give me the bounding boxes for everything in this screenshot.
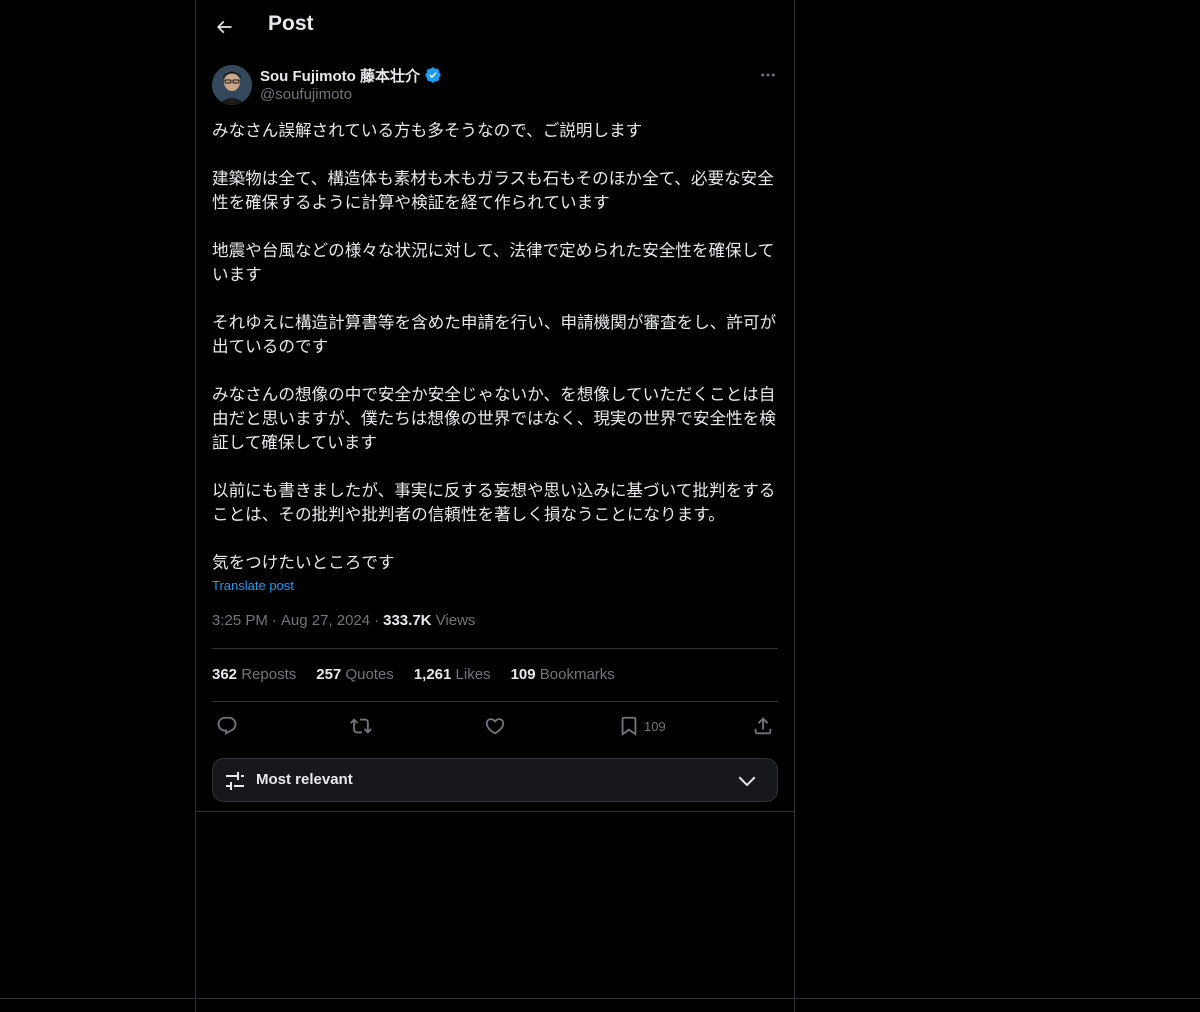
bookmarks-stat[interactable]: 109 Bookmarks: [511, 666, 615, 683]
page-header: Post: [196, 0, 794, 54]
likes-count: 1,261: [413, 666, 452, 683]
back-button[interactable]: [208, 11, 240, 43]
post-paragraph: 地震や台風などの様々な状況に対して、法律で定められた安全性を確保しています: [212, 241, 775, 284]
divider: [212, 648, 778, 649]
like-button[interactable]: [484, 712, 506, 740]
views-label: Views: [435, 612, 476, 629]
sort-label: Most relevant: [256, 771, 353, 788]
likes-label: Likes: [455, 666, 491, 683]
action-bar: 109: [212, 712, 778, 740]
post-paragraph: それゆえに構造計算書等を含めた申請を行い、申請機関が審査をし、許可が出ているので…: [212, 313, 777, 356]
reposts-count: 362: [212, 666, 238, 683]
divider: [212, 701, 778, 702]
share-icon: [754, 717, 772, 735]
separator-dot: ·: [271, 612, 277, 629]
reply-sort-dropdown[interactable]: Most relevant: [212, 758, 778, 802]
author-name-row[interactable]: Sou Fujimoto 藤本壮介: [260, 64, 442, 86]
bottom-divider: [0, 998, 1200, 999]
post-paragraph: みなさん誤解されている方も多そうなので、ご説明します: [212, 121, 643, 140]
likes-stat[interactable]: 1,261 Likes: [414, 666, 491, 683]
post-paragraph: 気をつけたいところです: [212, 553, 395, 572]
post-paragraph: 以前にも書きましたが、事実に反する妄想や思い込みに基づいて批判をすることは、その…: [212, 481, 776, 524]
author-handle[interactable]: @soufujimoto: [260, 86, 352, 103]
repost-button[interactable]: [350, 712, 372, 740]
repost-icon: [350, 718, 372, 734]
quotes-count: 257: [316, 666, 342, 683]
separator-dot: ·: [374, 612, 380, 629]
like-icon: [485, 718, 505, 735]
reply-button[interactable]: [216, 712, 238, 740]
primary-column: Post Sou Fujimoto 藤本壮介 @soufujimoto みなさん…: [195, 0, 795, 1012]
bookmarks-label: Bookmarks: [539, 666, 615, 683]
section-divider: [196, 811, 794, 812]
author-name[interactable]: Sou Fujimoto 藤本壮介: [260, 65, 420, 86]
bookmark-count: 109: [644, 718, 666, 734]
post-time[interactable]: 3:25 PM: [212, 612, 268, 629]
avatar-image: [212, 65, 252, 105]
post-paragraph: みなさんの想像の中で安全か安全じゃないか、を想像していただくことは自由だと思いま…: [212, 385, 776, 452]
share-button[interactable]: [752, 712, 774, 740]
post-meta: 3:25 PM · Aug 27, 2024 · 333.7K Views: [212, 612, 475, 629]
more-options-button[interactable]: [756, 63, 780, 87]
page-title: Post: [268, 12, 314, 35]
sort-sliders-icon: [226, 772, 244, 790]
back-arrow-icon: [216, 20, 232, 34]
post-paragraph: 建築物は全て、構造体も素材も木もガラスも石もそのほか全て、必要な安全性を確保する…: [212, 169, 774, 212]
post-text: みなさん誤解されている方も多そうなので、ご説明します 建築物は全て、構造体も素材…: [212, 119, 778, 575]
reposts-label: Reposts: [241, 666, 297, 683]
bookmark-icon: [621, 716, 637, 737]
translate-post-link[interactable]: Translate post: [212, 578, 294, 593]
avatar[interactable]: [212, 65, 252, 105]
views-count: 333.7K: [383, 612, 432, 629]
reposts-stat[interactable]: 362 Reposts: [212, 666, 296, 683]
quotes-label: Quotes: [345, 666, 394, 683]
bookmark-button[interactable]: 109: [618, 712, 666, 740]
quotes-stat[interactable]: 257 Quotes: [316, 666, 394, 683]
post-date[interactable]: Aug 27, 2024: [281, 612, 370, 629]
chevron-down-icon: [738, 776, 756, 787]
engagement-stats: 362 Reposts 257 Quotes 1,261 Likes 109 B…: [212, 666, 635, 683]
more-options-icon: [761, 73, 775, 77]
verified-badge-icon[interactable]: [424, 66, 442, 84]
bookmarks-count: 109: [510, 666, 536, 683]
reply-icon: [217, 716, 237, 735]
